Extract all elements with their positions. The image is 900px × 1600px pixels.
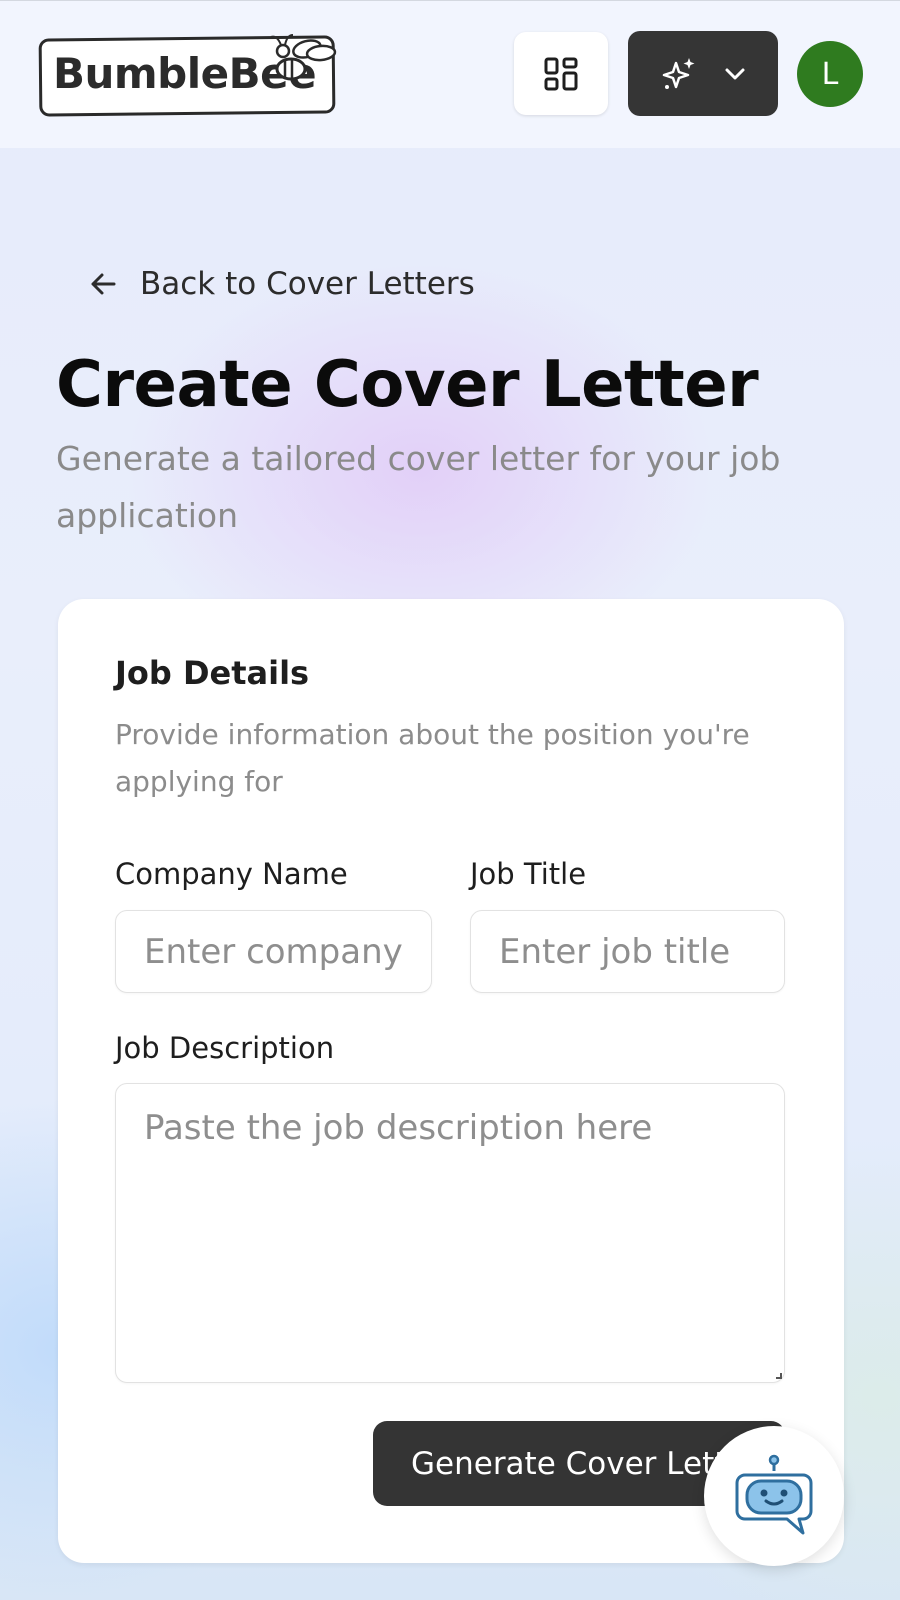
arrow-left-icon — [91, 273, 116, 295]
job-title-input[interactable] — [470, 910, 785, 993]
back-link-label: Back to Cover Letters — [140, 266, 475, 302]
grid-icon — [544, 57, 578, 90]
sparkles-icon — [662, 57, 695, 89]
apps-button[interactable] — [514, 32, 608, 115]
job-description-label: Job Description — [115, 1031, 335, 1065]
resize-handle-icon[interactable] — [776, 1373, 782, 1379]
bumblebee-logo[interactable]: BumbleBee — [38, 34, 337, 117]
page-title: Create Cover Letter — [56, 348, 759, 422]
bee-icon — [270, 34, 337, 81]
section-title: Job Details — [115, 654, 310, 692]
top-header: BumbleBee L — [0, 0, 900, 148]
job-title-label: Job Title — [470, 857, 587, 891]
company-name-input[interactable] — [115, 910, 432, 993]
user-avatar[interactable]: L — [797, 41, 863, 107]
back-to-cover-letters-link[interactable]: Back to Cover Letters — [88, 262, 475, 306]
section-description: Provide information about the position y… — [115, 718, 750, 798]
chatbot-assistant-button[interactable] — [704, 1426, 844, 1566]
ai-tools-dropdown-button[interactable] — [628, 31, 778, 116]
company-name-label: Company Name — [115, 857, 348, 891]
chevron-down-icon — [725, 68, 745, 79]
job-description-textarea[interactable] — [115, 1083, 785, 1383]
robot-chat-icon — [735, 1454, 813, 1535]
page-subtitle: Generate a tailored cover letter for you… — [56, 439, 781, 535]
job-details-card: Job Details Provide information about th… — [58, 599, 844, 1563]
